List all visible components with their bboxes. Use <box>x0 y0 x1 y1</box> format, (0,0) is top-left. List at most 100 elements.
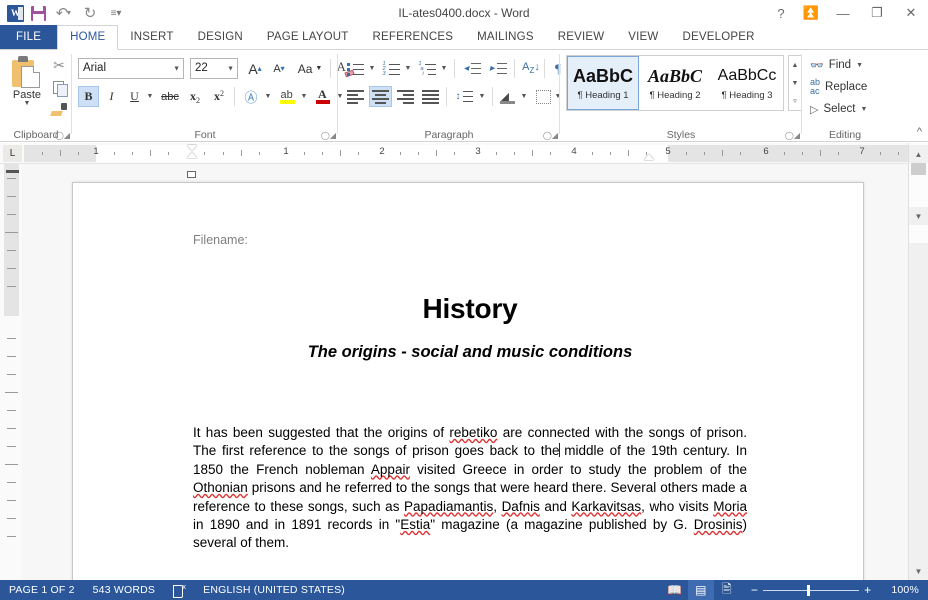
shading-dropdown[interactable]: ▼ <box>518 86 530 107</box>
document-heading-2[interactable]: The origins - social and music condition… <box>193 343 747 362</box>
styles-scroll-up-button[interactable]: ▲ <box>789 56 801 74</box>
print-layout-button[interactable]: ▤ <box>687 580 714 600</box>
font-color-button[interactable]: A <box>312 86 334 107</box>
underline-button[interactable]: U <box>124 86 145 107</box>
borders-button[interactable] <box>532 86 554 107</box>
word-count[interactable]: 543 WORDS <box>84 580 164 600</box>
increase-indent-button[interactable]: ▸ <box>486 58 510 79</box>
highlight-color-dropdown[interactable]: ▼ <box>298 86 310 107</box>
numbering-button[interactable]: 123 <box>380 58 402 79</box>
font-size-input[interactable]: 22 ▼ <box>190 58 238 79</box>
format-painter-button[interactable] <box>48 99 70 120</box>
styles-more-button[interactable]: ▿ <box>789 92 801 110</box>
page-indicator[interactable]: PAGE 1 OF 2 <box>0 580 84 600</box>
shading-button[interactable]: ◢ <box>496 86 518 107</box>
read-mode-button[interactable]: 📖 <box>662 580 688 600</box>
scroll-down-button[interactable]: ▼ <box>909 562 928 580</box>
first-line-indent-marker[interactable] <box>187 145 197 151</box>
style-heading-1[interactable]: AaBbC ¶ Heading 1 <box>567 56 639 110</box>
grow-font-button[interactable]: A ▴ <box>244 58 266 79</box>
help-button[interactable]: ? <box>766 0 796 26</box>
web-layout-button[interactable]: 🖹 <box>714 580 740 600</box>
shrink-font-button[interactable]: A ▾ <box>268 58 290 79</box>
tab-home[interactable]: HOME <box>57 25 119 50</box>
bullets-dropdown[interactable]: ▼ <box>366 58 378 79</box>
tab-stop-selector[interactable]: L <box>3 145 22 162</box>
superscript-button[interactable]: x2 <box>208 86 230 107</box>
font-name-input[interactable]: Arial ▼ <box>78 58 184 79</box>
left-indent-marker[interactable] <box>187 171 196 178</box>
zoom-out-button[interactable]: − <box>746 583 763 597</box>
style-heading-3[interactable]: AaBbCc ¶ Heading 3 <box>711 56 783 110</box>
multilevel-list-button[interactable]: 1ai <box>416 58 438 79</box>
hanging-indent-marker[interactable] <box>187 152 197 158</box>
numbering-dropdown[interactable]: ▼ <box>402 58 414 79</box>
customize-quick-access-button[interactable]: ≡▾ <box>104 2 128 24</box>
copy-button[interactable] <box>48 77 70 98</box>
ribbon-display-options-button[interactable]: ⏫ <box>796 0 826 26</box>
tab-references[interactable]: REFERENCES <box>361 25 466 49</box>
vertical-scrollbar[interactable]: ▲ ▼ ▼ <box>908 143 928 580</box>
zoom-in-button[interactable]: + <box>859 583 876 597</box>
zoom-slider[interactable]: − + <box>746 583 876 597</box>
cut-button[interactable]: ✂ <box>48 55 70 76</box>
tab-mailings[interactable]: MAILINGS <box>465 25 546 49</box>
align-left-button[interactable] <box>344 86 367 107</box>
line-spacing-button[interactable]: ↕ <box>452 86 476 107</box>
paragraph-dialog-launcher[interactable]: ◯◢ <box>543 131 558 140</box>
find-button[interactable]: 👓 Find ▼ <box>810 55 863 75</box>
sort-button[interactable]: AZ↓ <box>520 58 542 79</box>
style-heading-2[interactable]: AaBbC ¶ Heading 2 <box>639 56 711 110</box>
align-right-button[interactable] <box>394 86 417 107</box>
tab-review[interactable]: REVIEW <box>546 25 617 49</box>
underline-dropdown[interactable]: ▼ <box>144 86 156 107</box>
proofing-status-button[interactable] <box>164 580 194 600</box>
font-dialog-launcher[interactable]: ◯◢ <box>321 131 336 140</box>
bold-button[interactable]: B <box>78 86 99 107</box>
document-canvas[interactable]: Filename: History The origins - social a… <box>22 164 908 580</box>
multilevel-list-dropdown[interactable]: ▼ <box>438 58 450 79</box>
tab-page-layout[interactable]: PAGE LAYOUT <box>255 25 361 49</box>
filename-field[interactable]: Filename: <box>193 233 747 247</box>
bullets-button[interactable] <box>344 58 366 79</box>
decrease-indent-button[interactable]: ◂ <box>460 58 484 79</box>
justify-button[interactable] <box>419 86 442 107</box>
paste-button[interactable]: Paste ▼ <box>6 54 48 120</box>
scroll-up-button[interactable]: ▲ <box>909 145 928 163</box>
line-spacing-dropdown[interactable]: ▼ <box>476 86 488 107</box>
select-button[interactable]: ▷ Select ▼ <box>810 99 867 119</box>
redo-button[interactable]: ↻ <box>78 2 102 24</box>
document-paragraph[interactable]: It has been suggested that the origins o… <box>193 424 747 553</box>
tab-view[interactable]: VIEW <box>616 25 670 49</box>
undo-button[interactable]: ↶ ▼ <box>52 2 76 24</box>
tab-developer[interactable]: DEVELOPER <box>670 25 766 49</box>
ruler-strip[interactable]: 1 1 2 3 4 5 6 7 <box>24 145 908 162</box>
right-indent-marker[interactable] <box>644 154 654 160</box>
replace-button[interactable]: ab ac Replace <box>810 77 867 97</box>
change-case-button[interactable]: Aa ▼ <box>294 58 326 79</box>
text-effects-dropdown[interactable]: ▼ <box>262 86 274 107</box>
clipboard-dialog-launcher[interactable]: ◯◢ <box>55 131 70 140</box>
minimize-button[interactable]: — <box>826 0 860 26</box>
tab-file[interactable]: FILE <box>0 25 58 49</box>
text-effects-button[interactable]: Ⓐ <box>240 86 262 107</box>
tab-insert[interactable]: INSERT <box>118 25 185 49</box>
highlight-color-button[interactable]: ab <box>276 86 298 107</box>
document-heading-1[interactable]: History <box>193 293 747 325</box>
horizontal-ruler[interactable]: L 1 1 2 3 4 5 6 7 <box>0 143 908 164</box>
close-button[interactable]: ✕ <box>894 0 928 26</box>
save-button[interactable] <box>26 2 50 24</box>
strikethrough-button[interactable]: abc <box>158 86 182 107</box>
subscript-button[interactable]: x2 <box>184 86 206 107</box>
zoom-slider-handle[interactable] <box>807 584 811 596</box>
styles-scroll-down-button[interactable]: ▼ <box>789 74 801 92</box>
restore-button[interactable]: ❐ <box>860 0 894 26</box>
zoom-level[interactable]: 100% <box>882 584 928 596</box>
collapse-ribbon-button[interactable]: ^ <box>917 126 922 138</box>
italic-button[interactable]: I <box>101 86 122 107</box>
scrollbar-thumb[interactable] <box>911 163 926 175</box>
styles-dialog-launcher[interactable]: ◯◢ <box>785 131 800 140</box>
document-page[interactable]: Filename: History The origins - social a… <box>72 182 864 580</box>
tab-design[interactable]: DESIGN <box>186 25 255 49</box>
align-center-button[interactable] <box>369 86 392 107</box>
